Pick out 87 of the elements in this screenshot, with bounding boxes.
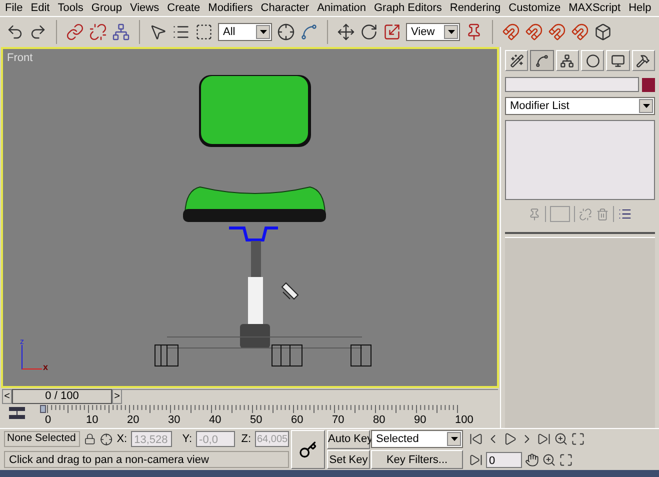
- create-tab-icon: [510, 54, 524, 68]
- menu-item[interactable]: Animation: [317, 0, 366, 16]
- cube-icon[interactable]: [594, 23, 612, 41]
- rotate-icon[interactable]: [360, 23, 378, 41]
- key-mode-dropdown[interactable]: Selected: [371, 430, 463, 448]
- menu-item[interactable]: Create: [167, 0, 200, 16]
- scale-icon[interactable]: [383, 23, 401, 41]
- object-color-swatch[interactable]: [642, 78, 655, 92]
- move-icon[interactable]: [337, 23, 355, 41]
- x-label: X:: [116, 432, 128, 447]
- menu-item[interactable]: Character: [260, 0, 310, 16]
- frame-reading: 0 / 100: [45, 389, 79, 404]
- time-slider-thumb[interactable]: 0 / 100: [12, 389, 112, 404]
- frame-tick-label: 100: [455, 415, 474, 426]
- undo-icon[interactable]: [6, 23, 24, 41]
- menu-item[interactable]: Group: [91, 0, 122, 16]
- previous-frame-button[interactable]: <: [2, 389, 12, 404]
- caret-icon: [447, 432, 461, 446]
- motion-tab[interactable]: [580, 50, 604, 71]
- menu-item[interactable]: Rendering: [450, 0, 501, 16]
- modifier-list-dropdown[interactable]: Modifier List: [505, 97, 655, 115]
- hierarchy-tab-icon: [560, 54, 574, 68]
- selection-region-icon[interactable]: [195, 23, 213, 41]
- link-icon[interactable]: [66, 23, 84, 41]
- current-frame-field[interactable]: 0: [486, 452, 522, 468]
- axis-label: x: [43, 362, 48, 372]
- pivot-icon[interactable]: [465, 23, 483, 41]
- maximize-viewport-icon[interactable]: [559, 452, 573, 467]
- frame-tick-label: 60: [291, 415, 304, 426]
- unlink-icon[interactable]: [89, 23, 107, 41]
- caret-icon: [444, 25, 458, 39]
- pan-icon[interactable]: [525, 452, 539, 467]
- next-frame-button[interactable]: >: [112, 389, 122, 404]
- reference-coordinate-dropdown[interactable]: View: [406, 23, 460, 41]
- set-key-button[interactable]: Set Key: [327, 450, 370, 470]
- caret-icon: [639, 99, 653, 113]
- motion-tab-icon: [586, 54, 600, 68]
- caret-icon: [256, 25, 270, 39]
- redo-icon[interactable]: [29, 23, 47, 41]
- axis-gizmo: [22, 344, 42, 370]
- axis-label: z: [20, 337, 24, 346]
- menu-item[interactable]: Tools: [58, 0, 84, 16]
- z-label: Z:: [241, 432, 251, 447]
- object-name-field[interactable]: [505, 77, 639, 92]
- menu-item[interactable]: Customize: [508, 0, 561, 16]
- menu-item[interactable]: Modifiers: [208, 0, 253, 16]
- zoom-extents-icon[interactable]: [571, 432, 585, 446]
- track-bar-icon[interactable]: [8, 406, 26, 420]
- frame-tick-label: 20: [127, 415, 140, 426]
- frame-tick-label: 30: [168, 415, 180, 426]
- menu-item[interactable]: File: [5, 0, 23, 16]
- frame-tick-label: 70: [332, 415, 344, 426]
- display-tab[interactable]: [606, 50, 630, 71]
- menu-item[interactable]: MAXScript: [568, 0, 621, 16]
- menu-item[interactable]: Graph Editors: [374, 0, 442, 16]
- menu-item[interactable]: Views: [130, 0, 160, 16]
- utilities-tab-icon: [636, 54, 650, 68]
- key-mode-button[interactable]: [291, 430, 325, 469]
- snap-icon[interactable]: [502, 23, 520, 41]
- selection-filter-dropdown[interactable]: All: [218, 23, 272, 41]
- modifier-stack[interactable]: [505, 120, 655, 200]
- frame-marker[interactable]: [40, 405, 46, 413]
- frame-tick-label: 0: [45, 415, 52, 426]
- menu-item[interactable]: Help: [628, 0, 652, 16]
- key-icon: [299, 440, 317, 458]
- utilities-tab[interactable]: [632, 50, 655, 71]
- frame-tick-label: 40: [209, 415, 222, 426]
- menu-item[interactable]: Edit: [30, 0, 50, 16]
- select-arrow-icon[interactable]: [149, 23, 167, 41]
- key-filters-button[interactable]: Key Filters...: [371, 450, 463, 470]
- frame-tick-label: 80: [373, 415, 386, 426]
- frame-tick-label: 50: [250, 415, 262, 426]
- display-tab-icon: [610, 54, 625, 68]
- create-tab[interactable]: [505, 50, 528, 71]
- modify-tab[interactable]: [530, 50, 554, 71]
- hierarchy-tab[interactable]: [556, 50, 579, 71]
- frame-tick-label: 10: [86, 415, 98, 426]
- zoom-icon[interactable]: [554, 432, 568, 446]
- selection-status: None Selected: [4, 431, 80, 448]
- go-to-start-icon[interactable]: [469, 432, 483, 446]
- lock-icon[interactable]: [84, 433, 96, 446]
- frame-tick-label: 90: [414, 415, 426, 426]
- go-to-end-icon[interactable]: [537, 432, 551, 446]
- modify-tab-icon: [534, 54, 549, 68]
- select-by-name-icon[interactable]: [172, 23, 190, 41]
- play-icon[interactable]: [503, 432, 517, 446]
- y-label: Y:: [182, 432, 192, 447]
